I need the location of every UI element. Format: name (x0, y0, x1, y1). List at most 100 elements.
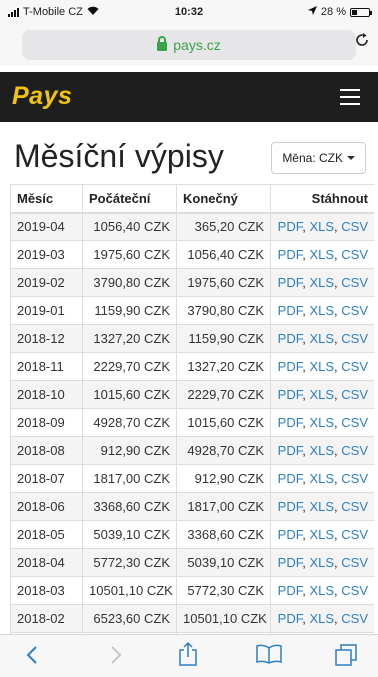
download-csv-link[interactable]: CSV (341, 275, 368, 290)
download-pdf-link[interactable]: PDF (278, 275, 303, 290)
site-logo[interactable]: Pays (12, 82, 72, 111)
download-pdf-link[interactable]: PDF (278, 331, 303, 346)
cell-start-balance: 1327,20 CZK (82, 324, 177, 353)
table-row: 2018-10 1015,60 CZK 2229,70 CZK PDF, XLS, C… (10, 380, 374, 409)
download-csv-link[interactable]: CSV (341, 555, 368, 570)
download-pdf-link[interactable]: PDF (278, 443, 303, 458)
table-row: 2018-09 4928,70 CZK 1015,60 CZK PDF, XLS, C… (10, 408, 374, 437)
download-xls-link[interactable]: XLS (309, 219, 334, 234)
cell-start-balance: 1159,90 CZK (82, 296, 177, 325)
cell-start-balance: 1056,40 CZK (82, 212, 177, 241)
download-xls-link[interactable]: XLS (309, 443, 334, 458)
download-xls-link[interactable]: XLS (309, 527, 334, 542)
cell-month: 2018-04 (10, 548, 83, 577)
cell-start-balance: 3790,80 CZK (82, 268, 177, 297)
download-xls-link[interactable]: XLS (309, 303, 334, 318)
url-text: pays.cz (173, 37, 221, 53)
download-pdf-link[interactable]: PDF (278, 219, 303, 234)
cell-month: 2019-01 (10, 296, 83, 325)
battery-level (352, 9, 358, 15)
cell-start-balance: 2229,70 CZK (82, 352, 177, 381)
cell-end-balance: 912,90 CZK (176, 464, 271, 493)
column-header-end: Konečný (176, 184, 271, 214)
download-csv-link[interactable]: CSV (341, 471, 368, 486)
cell-end-balance: 4928,70 CZK (176, 436, 271, 465)
forward-icon[interactable] (110, 645, 122, 670)
download-xls-link[interactable]: XLS (309, 499, 334, 514)
download-pdf-link[interactable]: PDF (278, 247, 303, 262)
cell-download: PDF, XLS, CSV (270, 408, 374, 437)
browser-address-area: pays.cz (0, 26, 378, 66)
download-xls-link[interactable]: XLS (309, 555, 334, 570)
cell-download: PDF, XLS, CSV (270, 240, 374, 269)
download-csv-link[interactable]: CSV (341, 331, 368, 346)
download-csv-link[interactable]: CSV (341, 303, 368, 318)
tabs-icon[interactable] (334, 643, 358, 672)
cell-month: 2018-03 (10, 576, 83, 605)
cell-month: 2018-09 (10, 408, 83, 437)
table-row: 2018-08 912,90 CZK 4928,70 CZK PDF, XLS, CS… (10, 436, 374, 465)
download-xls-link[interactable]: XLS (309, 611, 334, 626)
table-row: 2018-11 2229,70 CZK 1327,20 CZK PDF, XLS, C… (10, 352, 374, 381)
cell-month: 2018-12 (10, 324, 83, 353)
column-header-month: Měsíc (10, 184, 83, 214)
currency-dropdown[interactable]: Měna: CZK (271, 142, 366, 174)
share-icon[interactable] (178, 641, 198, 672)
download-xls-link[interactable]: XLS (309, 275, 334, 290)
cell-end-balance: 5039,10 CZK (176, 548, 271, 577)
download-pdf-link[interactable]: PDF (278, 359, 303, 374)
cell-download: PDF, XLS, CSV (270, 576, 374, 605)
download-csv-link[interactable]: CSV (341, 247, 368, 262)
cell-download: PDF, XLS, CSV (270, 352, 374, 381)
download-pdf-link[interactable]: PDF (278, 611, 303, 626)
cell-start-balance: 10501,10 CZK (82, 576, 177, 605)
column-header-start: Počáteční (82, 184, 177, 214)
cell-download: PDF, XLS, CSV (270, 548, 374, 577)
table-row: 2018-12 1327,20 CZK 1159,90 CZK PDF, XLS, C… (10, 324, 374, 353)
cell-end-balance: 3368,60 CZK (176, 520, 271, 549)
download-xls-link[interactable]: XLS (309, 415, 334, 430)
download-csv-link[interactable]: CSV (341, 415, 368, 430)
cell-month: 2019-03 (10, 240, 83, 269)
download-csv-link[interactable]: CSV (341, 359, 368, 374)
reload-icon[interactable] (354, 32, 370, 53)
bookmarks-icon[interactable] (256, 644, 282, 669)
download-pdf-link[interactable]: PDF (278, 387, 303, 402)
download-xls-link[interactable]: XLS (309, 471, 334, 486)
cell-end-balance: 1817,00 CZK (176, 492, 271, 521)
status-bar: T-Mobile CZ 10:32 28 % (0, 0, 378, 26)
download-xls-link[interactable]: XLS (309, 359, 334, 374)
download-pdf-link[interactable]: PDF (278, 583, 303, 598)
download-xls-link[interactable]: XLS (309, 583, 334, 598)
download-csv-link[interactable]: CSV (341, 583, 368, 598)
download-csv-link[interactable]: CSV (341, 443, 368, 458)
download-csv-link[interactable]: CSV (341, 611, 368, 626)
download-xls-link[interactable]: XLS (309, 247, 334, 262)
download-pdf-link[interactable]: PDF (278, 415, 303, 430)
menu-icon[interactable] (340, 89, 360, 105)
browser-toolbar (0, 634, 378, 677)
cell-start-balance: 1015,60 CZK (82, 380, 177, 409)
statements-table: Měsíc Počáteční Konečný Stáhnout 2019-04… (10, 184, 374, 634)
cell-download: PDF, XLS, CSV (270, 296, 374, 325)
download-pdf-link[interactable]: PDF (278, 303, 303, 318)
cell-start-balance: 4928,70 CZK (82, 408, 177, 437)
back-icon[interactable] (26, 645, 38, 670)
download-csv-link[interactable]: CSV (341, 219, 368, 234)
page-title: Měsíční výpisy (14, 138, 224, 174)
download-csv-link[interactable]: CSV (341, 527, 368, 542)
download-pdf-link[interactable]: PDF (278, 471, 303, 486)
cell-start-balance: 1975,60 CZK (82, 240, 177, 269)
cell-download: PDF, XLS, CSV (270, 268, 374, 297)
download-csv-link[interactable]: CSV (341, 499, 368, 514)
battery-icon (350, 7, 372, 17)
address-bar[interactable]: pays.cz (22, 30, 356, 60)
download-pdf-link[interactable]: PDF (278, 527, 303, 542)
download-pdf-link[interactable]: PDF (278, 499, 303, 514)
cell-month: 2019-02 (10, 268, 83, 297)
table-row: 2019-02 3790,80 CZK 1975,60 CZK PDF, XLS, C… (10, 268, 374, 297)
download-xls-link[interactable]: XLS (309, 331, 334, 346)
download-csv-link[interactable]: CSV (341, 387, 368, 402)
download-pdf-link[interactable]: PDF (278, 555, 303, 570)
download-xls-link[interactable]: XLS (309, 387, 334, 402)
